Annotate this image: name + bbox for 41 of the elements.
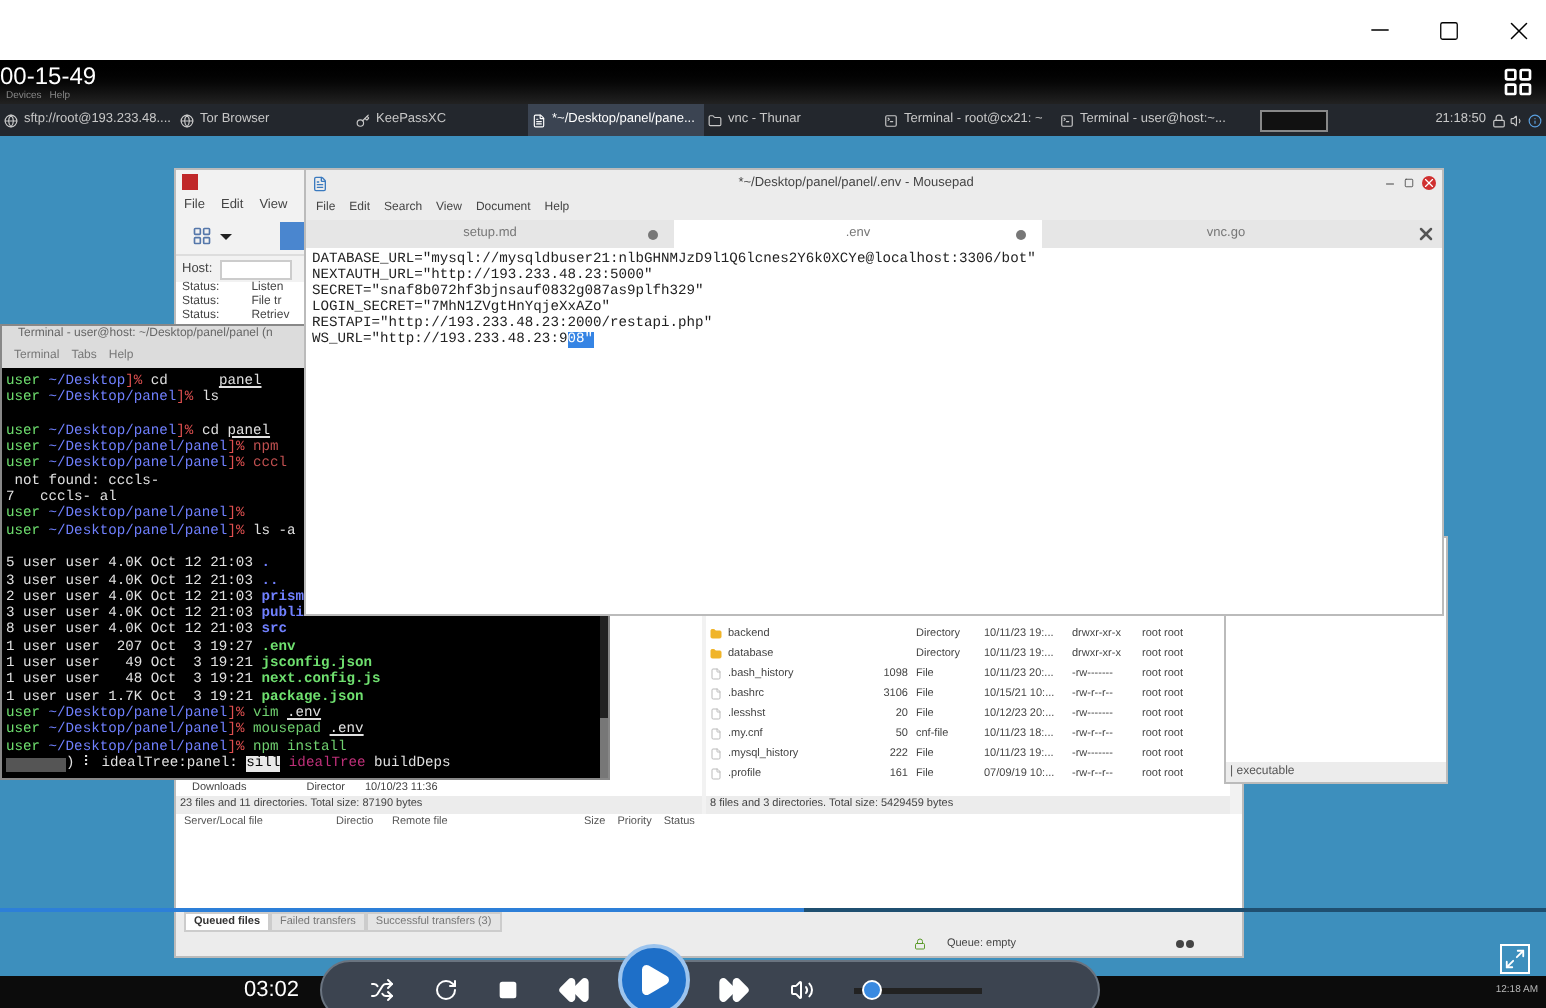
elapsed-time: 03:02	[244, 976, 300, 1006]
file-icon	[710, 728, 722, 740]
play-button[interactable]	[618, 944, 690, 1008]
info-icon	[1528, 113, 1542, 127]
file-icon	[710, 668, 722, 680]
app-icon	[884, 113, 898, 127]
stop-icon[interactable]	[498, 980, 518, 1000]
repeat-icon[interactable]	[434, 978, 458, 1002]
app-icon	[708, 113, 722, 127]
lock-icon	[914, 938, 927, 950]
app-logo-icon	[182, 174, 198, 190]
status-lights-icon	[1176, 940, 1194, 948]
shuffle-icon[interactable]	[370, 978, 394, 1002]
file-icon	[710, 768, 722, 780]
lock-icon	[1492, 113, 1506, 127]
volume-icon[interactable]	[790, 978, 814, 1002]
app-icon	[312, 175, 328, 191]
app-icon	[1060, 113, 1074, 127]
grid-icon[interactable]	[1502, 66, 1534, 98]
play-icon	[636, 962, 672, 998]
host-field[interactable]	[220, 259, 293, 279]
video-timestamp: 00-15-49	[0, 62, 97, 90]
close-tab-icon[interactable]	[1416, 224, 1436, 244]
fast-forward-icon[interactable]	[718, 974, 750, 1006]
expand-icon[interactable]	[1500, 944, 1530, 974]
file-icon	[710, 748, 722, 760]
app-icon	[4, 113, 18, 127]
app-icon	[180, 113, 194, 127]
caret-icon[interactable]	[220, 233, 232, 239]
volume-icon	[1510, 113, 1524, 127]
folder-icon	[710, 648, 722, 660]
app-icon	[532, 113, 546, 127]
maximize-icon[interactable]	[1438, 19, 1460, 41]
window-preview-icon	[1260, 109, 1328, 131]
scrollbar-thumb[interactable]	[600, 718, 608, 778]
folder-icon	[710, 628, 722, 640]
file-icon	[710, 688, 722, 700]
file-icon	[710, 708, 722, 720]
app-icon	[356, 113, 370, 127]
site-manager-icon[interactable]	[192, 226, 212, 246]
rewind-icon[interactable]	[558, 974, 590, 1006]
